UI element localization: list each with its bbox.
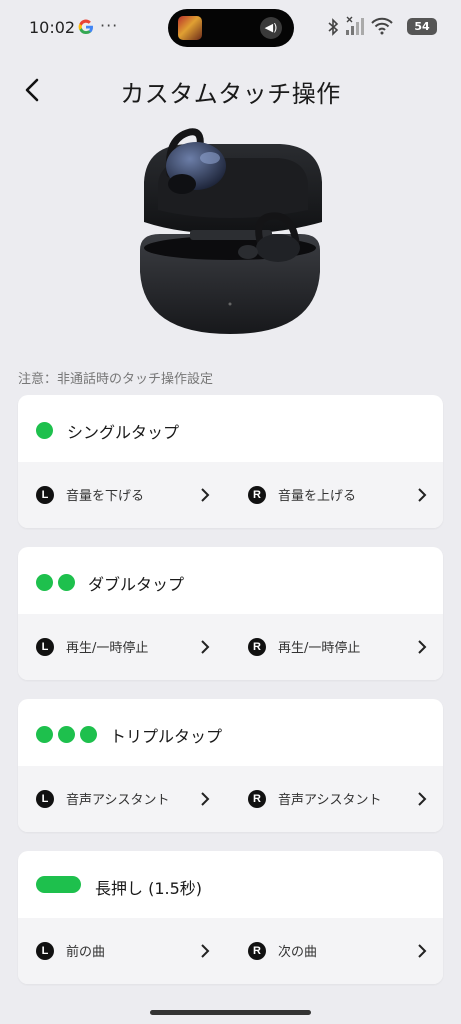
right-earbud-badge: R (248, 638, 266, 656)
note-text: 注意：非通話時のタッチ操作設定 (18, 372, 214, 387)
home-indicator[interactable] (150, 1010, 311, 1015)
card-actions: L 音量を下げる R 音量を上げる (18, 462, 443, 528)
action-label: 再生/一時停止 (278, 641, 361, 656)
chevron-right-icon (201, 792, 210, 806)
right-earbud-action[interactable]: R 音声アシスタント (235, 766, 435, 832)
right-earbud-action[interactable]: R 再生/一時停止 (235, 614, 435, 680)
chevron-right-icon (201, 640, 210, 654)
card-actions: L 前の曲 R 次の曲 (18, 918, 443, 984)
right-earbud-badge: R (248, 942, 266, 960)
tap-dot-icon (58, 726, 75, 743)
chevron-right-icon (201, 488, 210, 502)
tap-dot-icon (80, 726, 97, 743)
left-earbud-action[interactable]: L 音量を下げる (18, 462, 218, 528)
gesture-card-double-tap: ダブルタップ L 再生/一時停止 R 再生/一時停止 (18, 547, 443, 680)
gesture-card-long-press: 長押し (1.5秒) L 前の曲 R 次の曲 (18, 851, 443, 984)
more-notifications-icon: ··· (100, 16, 119, 35)
gesture-card-triple-tap: トリプルタップ L 音声アシスタント R 音声アシスタント (18, 699, 443, 832)
right-earbud-action[interactable]: R 音量を上げる (235, 462, 435, 528)
left-earbud-action[interactable]: L 音声アシスタント (18, 766, 218, 832)
card-header: ダブルタップ (18, 547, 443, 614)
action-label: 音量を上げる (278, 489, 357, 504)
left-earbud-badge: L (36, 942, 54, 960)
card-header: トリプルタップ (18, 699, 443, 766)
signal-icon (346, 16, 364, 35)
status-time: 10:02 (29, 18, 76, 37)
gesture-title: ダブルタップ (88, 575, 185, 594)
left-earbud-action[interactable]: L 再生/一時停止 (18, 614, 218, 680)
google-icon (78, 19, 93, 35)
right-earbud-action[interactable]: R 次の曲 (235, 918, 435, 984)
left-earbud-badge: L (36, 790, 54, 808)
tap-dot-icon (58, 574, 75, 591)
status-icons: 54 (327, 15, 437, 39)
card-header: シングルタップ (18, 395, 443, 462)
card-actions: L 音声アシスタント R 音声アシスタント (18, 766, 443, 832)
volume-icon: ◀) (260, 17, 282, 39)
media-thumbnail (178, 16, 202, 40)
chevron-right-icon (201, 944, 210, 958)
gesture-title: シングルタップ (67, 423, 180, 442)
right-earbud-badge: R (248, 790, 266, 808)
tap-dot-icon (36, 726, 53, 743)
left-earbud-badge: L (36, 486, 54, 504)
dynamic-island[interactable]: ◀) (168, 9, 294, 47)
chevron-right-icon (418, 944, 427, 958)
page-title: カスタムタッチ操作 (120, 80, 341, 108)
action-label: 音声アシスタント (66, 793, 170, 808)
action-label: 前の曲 (66, 945, 106, 960)
left-earbud-badge: L (36, 638, 54, 656)
wifi-icon (371, 17, 393, 35)
long-press-icon (36, 876, 81, 893)
tap-dot-icon (36, 574, 53, 591)
card-actions: L 再生/一時停止 R 再生/一時停止 (18, 614, 443, 680)
right-earbud-badge: R (248, 486, 266, 504)
chevron-right-icon (418, 488, 427, 502)
battery-indicator: 54 (407, 18, 437, 35)
action-label: 再生/一時停止 (66, 641, 149, 656)
tap-dot-icon (36, 422, 53, 439)
card-header: 長押し (1.5秒) (18, 851, 443, 918)
action-label: 音声アシスタント (278, 793, 382, 808)
left-earbud-action[interactable]: L 前の曲 (18, 918, 218, 984)
screen: 10:02 ··· ◀) 54 カスタムタッチ操作 注意：非通話時のタッチ操作設… (0, 0, 461, 1024)
gesture-card-single-tap: シングルタップ L 音量を下げる R 音量を上げる (18, 395, 443, 528)
gesture-title: トリプルタップ (110, 727, 223, 746)
chevron-right-icon (418, 792, 427, 806)
gesture-title: 長押し (1.5秒) (95, 879, 203, 898)
action-label: 音量を下げる (66, 489, 145, 504)
bluetooth-icon (328, 18, 339, 36)
earbuds-product-image (140, 128, 322, 334)
status-bar: 10:02 ··· ◀) 54 (0, 0, 461, 56)
chevron-right-icon (418, 640, 427, 654)
action-label: 次の曲 (278, 945, 318, 960)
